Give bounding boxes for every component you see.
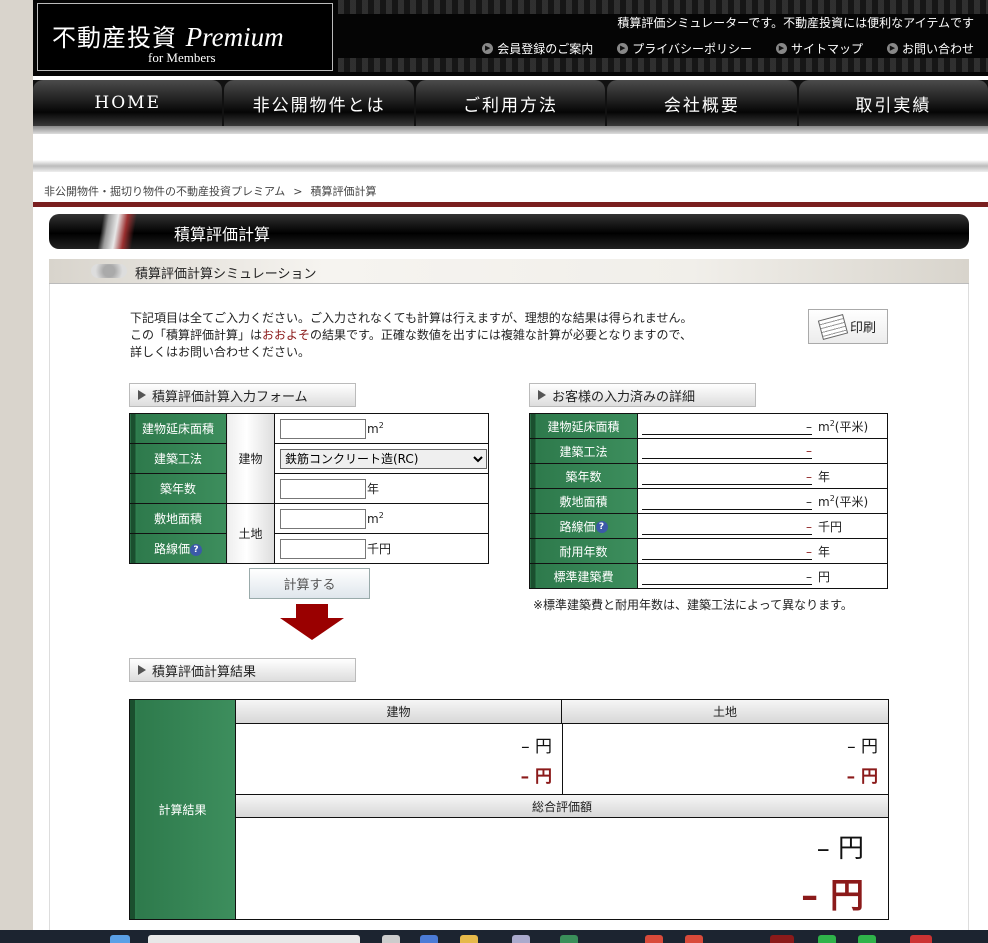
detail-row: 敷地面積 – m2(平米) [529, 488, 888, 514]
land-area-input[interactable] [280, 508, 366, 529]
intro-accent: おおよそ [262, 328, 311, 342]
site-logo[interactable]: 不動産投資 Premium for Members [37, 3, 333, 71]
detail-row: 耐用年数 – 年 [529, 538, 888, 564]
floor-area-input[interactable] [280, 418, 366, 439]
group-land: 土地 [226, 503, 275, 564]
triangle-icon [538, 390, 546, 400]
taskbar-app-icon[interactable] [770, 935, 794, 943]
link-contact[interactable]: ▶ お問い合わせ [886, 40, 974, 57]
taskbar-app-icon[interactable] [645, 935, 663, 943]
details-note: ※標準建築費と耐用年数は、建築工法によって異なります。 [533, 598, 853, 612]
calculate-button[interactable]: 計算する [249, 568, 370, 599]
bullet-icon: ▶ [886, 43, 898, 54]
total-label: 総合評価額 [236, 794, 888, 818]
label-road-price: 路線価? [129, 533, 227, 564]
breadcrumb-rule [33, 202, 988, 207]
taskbar-search[interactable] [148, 935, 360, 943]
label-floor-area: 建物延床面積 [129, 413, 227, 444]
header-tagline: 積算評価シミュレーターです。不動産投資には便利なアイテムです [617, 16, 974, 30]
logo-jp: 不動産投資 [52, 24, 177, 52]
land-value-red: – 円 [846, 767, 878, 787]
building-value-red: – 円 [520, 767, 552, 787]
breadcrumb-current: 積算評価計算 [310, 185, 377, 198]
print-icon [817, 313, 849, 340]
nav-how-to-use[interactable]: ご利用方法 [415, 80, 606, 126]
taskbar-app-icon[interactable] [858, 935, 876, 943]
label-construction: 建築工法 [129, 443, 227, 474]
bullet-icon: ▶ [775, 43, 787, 54]
result-label: 計算結果 [130, 700, 236, 919]
start-icon[interactable] [110, 935, 130, 943]
input-form-table: 建物延床面積 建物 m2 建築工法 鉄筋コンクリート造(RC) 築年数 年 敷地… [129, 413, 489, 564]
construction-select[interactable]: 鉄筋コンクリート造(RC) [280, 448, 487, 469]
triangle-icon [138, 665, 146, 675]
taskbar-app-icon[interactable] [512, 935, 530, 943]
taskbar-app-icon[interactable] [420, 935, 438, 943]
result-heading: 積算評価計算結果 [129, 658, 356, 682]
details-heading: お客様の入力済みの詳細 [529, 383, 756, 407]
detail-row: 路線価? – 千円 [529, 513, 888, 539]
nav-home[interactable]: HOME [33, 80, 223, 126]
breadcrumb: 非公開物件・掘切り物件の不動産投資プレミアム > 積算評価計算 [44, 183, 376, 199]
nav-private-properties[interactable]: 非公開物件とは [224, 80, 414, 126]
total-value-red: – 円 [801, 876, 864, 916]
age-input[interactable] [280, 478, 366, 499]
nav-shadow [33, 126, 988, 134]
logo-sub: for Members [148, 50, 216, 65]
sub-title: 積算評価計算シミュレーション [135, 267, 317, 282]
ornament-icon [91, 264, 127, 278]
bullet-icon: ▶ [482, 43, 494, 54]
intro-text: 下記項目は全てご入力ください。ご入力されなくても計算は行えますが、理想的な結果は… [130, 311, 693, 359]
detail-row: 築年数 – 年 [529, 463, 888, 489]
road-price-input[interactable] [280, 538, 366, 559]
os-taskbar [0, 930, 988, 943]
nav-company[interactable]: 会社概要 [607, 80, 797, 126]
detail-row: 建築工法 – [529, 438, 888, 464]
link-sitemap[interactable]: ▶ サイトマップ [775, 40, 863, 57]
page: 不動産投資 Premium for Members 積算評価シミュレーターです。… [33, 0, 988, 930]
page-title-bar: 積算評価計算 [49, 214, 969, 249]
sub-title-bar: 積算評価計算シミュレーション [49, 259, 969, 284]
form-heading: 積算評価計算入力フォーム [129, 383, 356, 407]
header-ornament-bottom [338, 58, 988, 72]
taskbar-app-icon[interactable] [818, 935, 836, 943]
main-nav: HOME 非公開物件とは ご利用方法 会社概要 取引実績 [33, 78, 988, 126]
total-value: – 円 [816, 834, 864, 864]
link-member-guide[interactable]: ▶ 会員登録のご案内 [482, 40, 593, 57]
help-icon[interactable]: ? [190, 543, 202, 556]
group-building: 建物 [226, 413, 275, 504]
logo-en: Premium [185, 22, 284, 52]
header-ornament-top [338, 0, 988, 14]
taskbar-app-icon[interactable] [382, 935, 400, 943]
label-age: 築年数 [129, 473, 227, 504]
triangle-icon [138, 390, 146, 400]
taskbar-app-icon[interactable] [460, 935, 478, 943]
page-title: 積算評価計算 [174, 225, 271, 244]
breadcrumb-home[interactable]: 非公開物件・掘切り物件の不動産投資プレミアム [44, 185, 285, 198]
detail-row: 標準建築費 – 円 [529, 563, 888, 589]
detail-row: 建物延床面積 – m2(平米) [529, 413, 888, 439]
print-button[interactable]: 印刷 [808, 309, 888, 344]
down-arrow-icon [280, 604, 344, 640]
help-icon[interactable]: ? [595, 521, 608, 533]
taskbar-app-icon[interactable] [560, 935, 578, 943]
result-table: 計算結果 建物 土地 – 円 – 円 – 円 – 円 総合評価額 – 円 – 円 [129, 699, 889, 920]
title-swoosh [63, 214, 173, 249]
breadcrumb-separator: > [293, 185, 303, 198]
nav-transactions[interactable]: 取引実績 [798, 80, 988, 126]
details-table: 建物延床面積 – m2(平米) 建築工法 – 築年数 – 年 敷地面積 – m2(平米… [529, 413, 888, 589]
land-value: – 円 [847, 737, 878, 757]
label-land-area: 敷地面積 [129, 503, 227, 534]
taskbar-app-icon[interactable] [685, 935, 703, 943]
link-privacy[interactable]: ▶ プライバシーポリシー [617, 40, 752, 57]
site-header: 不動産投資 Premium for Members 積算評価シミュレーターです。… [33, 0, 988, 76]
header-band [33, 160, 988, 172]
bullet-icon: ▶ [617, 43, 629, 54]
header-links: ▶ 会員登録のご案内 ▶ プライバシーポリシー ▶ サイトマップ ▶ お問い合わせ [482, 40, 974, 57]
building-value: – 円 [521, 737, 552, 757]
result-col-land: 土地 [562, 700, 888, 724]
result-col-building: 建物 [236, 700, 562, 724]
taskbar-app-icon[interactable] [910, 935, 932, 943]
